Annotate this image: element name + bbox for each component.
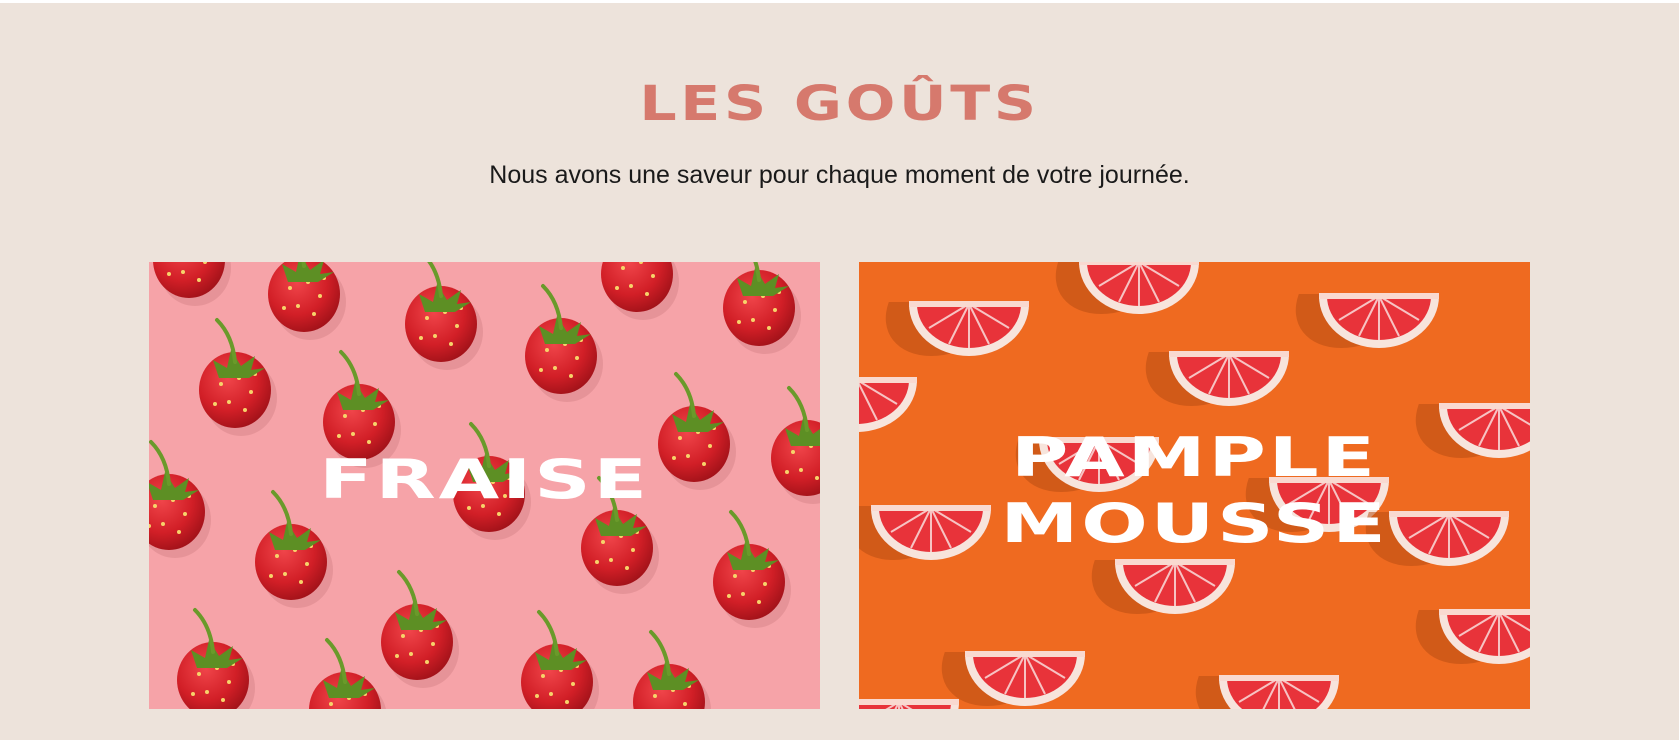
section-subtitle: Nous avons une saveur pour chaque moment… — [489, 161, 1190, 189]
flavor-card-fraise[interactable]: FRAISE — [149, 262, 820, 709]
flavor-label-line1: PAMPLE — [1011, 426, 1378, 489]
flavor-label-fraise: FRAISE — [319, 448, 650, 511]
flavor-label-line2: MOUSSE — [1000, 492, 1389, 555]
section-title: LES GOÛTS — [639, 76, 1040, 132]
flavor-card-pamplemousse[interactable]: PAMPLE MOUSSE — [859, 262, 1530, 709]
top-edge-strip — [0, 0, 1679, 3]
flavor-label-pamplemousse: PAMPLE MOUSSE — [859, 425, 1530, 557]
